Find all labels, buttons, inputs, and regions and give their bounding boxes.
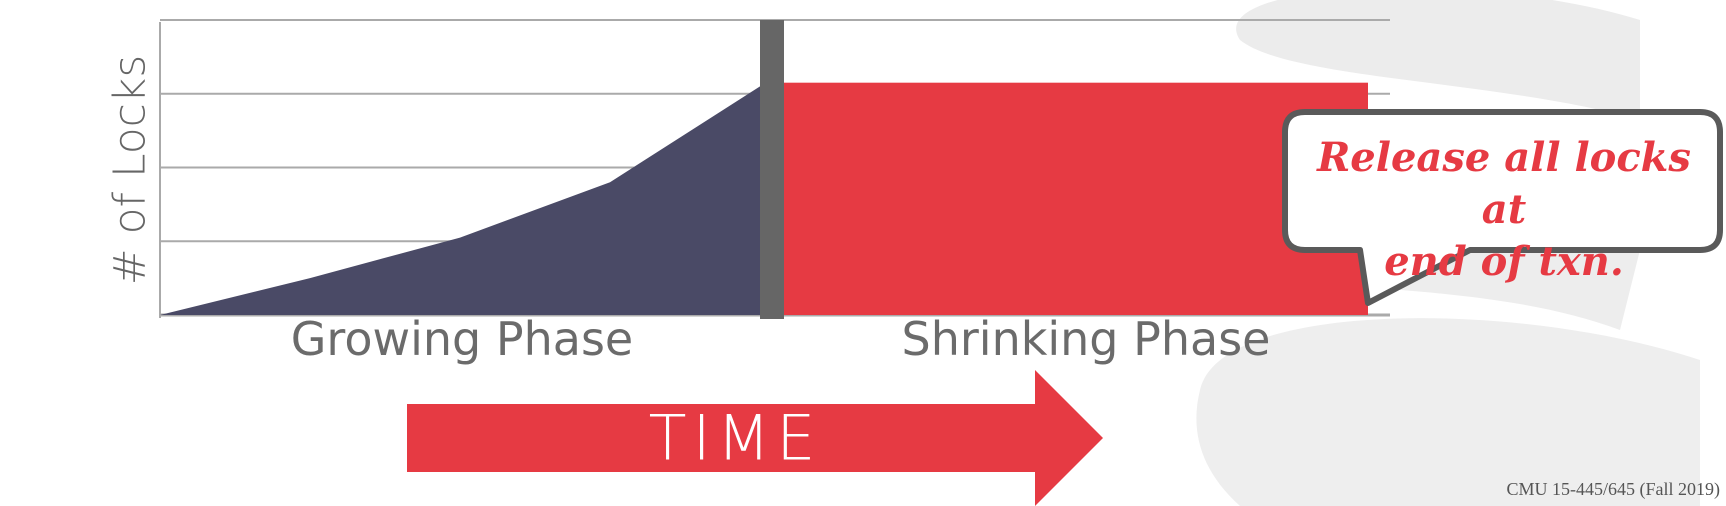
- shrinking-phase-area: [770, 82, 1368, 315]
- growing-phase-label: Growing Phase: [290, 312, 634, 366]
- footer-course-label: CMU 15-445/645 (Fall 2019): [1506, 479, 1721, 499]
- time-arrow-label: TIME: [648, 401, 822, 475]
- callout-line-2: end of txn.: [1384, 238, 1624, 285]
- growing-phase-area: [160, 86, 760, 315]
- y-axis-label: # of Locks: [104, 54, 156, 286]
- phase-divider-bar: [760, 20, 784, 319]
- shrinking-phase-label: Shrinking Phase: [901, 312, 1271, 366]
- callout-text: Release all locks at end of txn.: [1290, 132, 1718, 288]
- callout-line-1: Release all locks at: [1317, 134, 1691, 233]
